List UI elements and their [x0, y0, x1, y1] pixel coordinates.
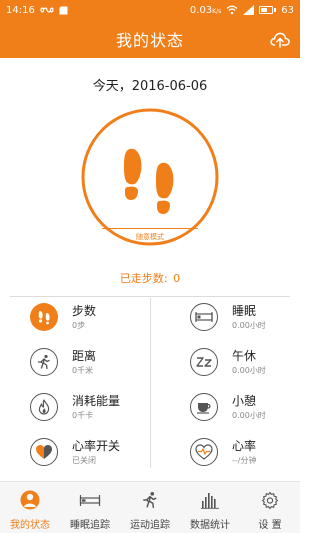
footprints-icon: [124, 148, 174, 214]
status-bar: 14:16 0.03K/s 63: [0, 0, 300, 20]
bed-icon: [190, 303, 218, 331]
metric-label: 步数: [72, 303, 97, 318]
metric-sleep[interactable]: 睡眠 0.00小时: [190, 297, 320, 337]
metric-value: 0.00小时: [232, 365, 266, 375]
steps-walked: 已走步数: 0: [0, 270, 300, 286]
metric-label: 心率开关: [72, 438, 121, 453]
infinity-icon: [40, 7, 54, 13]
running-icon: [139, 490, 161, 510]
bed-icon: [79, 490, 101, 510]
metric-label: 消耗能量: [72, 393, 121, 408]
metric-steps[interactable]: 步数 0步: [30, 297, 160, 337]
nap-zz-icon: [190, 348, 218, 376]
sd-card-icon: [59, 6, 68, 14]
tab-label: 设 置: [258, 520, 282, 531]
metric-value: 0千卡: [72, 410, 94, 420]
tab-sleep-tracking[interactable]: 睡眠追踪: [60, 482, 120, 533]
tab-my-status[interactable]: 我的状态: [0, 482, 60, 533]
metric-value: 0步: [72, 320, 86, 330]
status-time: 14:16: [6, 4, 35, 16]
metric-value: --/分钟: [232, 455, 257, 465]
date-label: 今天，2016-06-06: [92, 79, 208, 94]
metric-rest[interactable]: 小憩 0.00小时: [190, 387, 320, 427]
page-title: 我的状态: [115, 31, 184, 50]
mode-underline: [102, 228, 198, 229]
tab-exercise-tracking[interactable]: 运动追踪: [120, 482, 180, 533]
step-ring[interactable]: [80, 107, 220, 247]
tab-label: 运动追踪: [130, 520, 170, 531]
metric-label: 小憩: [232, 393, 257, 408]
metric-value: 0.00小时: [232, 410, 266, 420]
tab-label: 睡眠追踪: [70, 520, 110, 531]
metric-nap[interactable]: 午休 0.00小时: [190, 342, 320, 382]
mode-label[interactable]: 随意模式: [0, 232, 300, 242]
data-rate-value: 0.03: [189, 4, 213, 16]
footprints-icon: [30, 303, 58, 331]
metric-value: 0千米: [72, 365, 94, 375]
metric-heart-rate-switch[interactable]: 心率开关 已关闭: [30, 432, 160, 472]
metric-label: 距离: [72, 348, 97, 363]
battery-percent: 63: [281, 4, 294, 16]
wifi-icon: [226, 5, 238, 15]
coffee-cup-icon: [190, 393, 218, 421]
bar-chart-icon: [199, 490, 221, 510]
running-icon: [30, 348, 58, 376]
step-ring-graphic: [81, 108, 219, 246]
metric-heart-rate[interactable]: 心率 --/分钟: [190, 432, 320, 472]
metric-distance[interactable]: 距离 0千米: [30, 342, 160, 382]
flame-icon: [30, 393, 58, 421]
tab-bar: 我的状态 睡眠追踪 运动追踪 数据统计 设 置: [0, 481, 300, 533]
metric-energy[interactable]: 消耗能量 0千卡: [30, 387, 160, 427]
data-rate: 0.03K/s: [190, 5, 221, 16]
metric-value: 0.00小时: [232, 320, 266, 330]
metric-value: 已关闭: [72, 455, 96, 465]
metric-label: 心率: [232, 438, 257, 453]
heart-pulse-icon: [190, 438, 218, 466]
tab-label: 我的状态: [10, 520, 50, 531]
gear-icon: [259, 490, 281, 510]
tab-label: 数据统计: [190, 520, 230, 531]
metric-label: 午休: [232, 348, 257, 363]
person-icon: [19, 490, 41, 510]
metric-label: 睡眠: [232, 303, 257, 318]
signal-icon: [243, 5, 255, 15]
tab-settings[interactable]: 设 置: [240, 482, 300, 533]
tab-statistics[interactable]: 数据统计: [180, 482, 240, 533]
data-rate-unit: K/s: [212, 7, 222, 15]
cloud-upload-icon[interactable]: [268, 27, 292, 51]
app-bar: 我的状态: [0, 20, 300, 58]
steps-walked-label: 已走步数:: [119, 272, 168, 285]
heart-half-icon[interactable]: [30, 438, 58, 466]
steps-walked-value: 0: [173, 272, 181, 285]
battery-icon: [259, 6, 277, 14]
